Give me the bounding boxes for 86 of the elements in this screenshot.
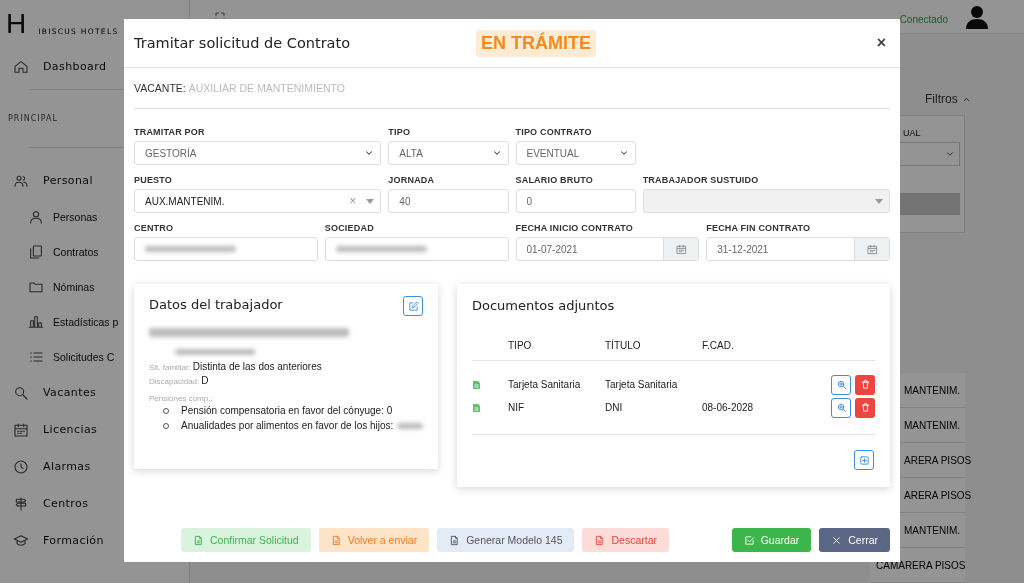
select-field[interactable]: ALTA xyxy=(388,141,509,165)
column-header: TIPO xyxy=(508,340,532,351)
card-title: Documentos adjuntos xyxy=(472,297,615,313)
worker-detail: Sit. familiar: Distinta de las dos anteriores xyxy=(149,361,323,372)
close-icon xyxy=(831,534,843,546)
trash-icon xyxy=(859,402,871,413)
filters-toggle[interactable]: Filtros xyxy=(925,92,958,106)
user-icon xyxy=(28,208,44,225)
close-button[interactable]: × xyxy=(872,34,890,52)
search-icon xyxy=(13,384,29,401)
chevron-down-icon xyxy=(491,148,502,158)
input-field[interactable]: 0 xyxy=(515,189,636,213)
delete-button[interactable] xyxy=(855,374,875,395)
worker-detail: Discapacidad: D xyxy=(149,375,210,386)
document-icon xyxy=(594,534,606,546)
document-icon xyxy=(473,403,480,412)
select-field[interactable]: EVENTUAL xyxy=(515,141,636,165)
column-header: TÍTULO xyxy=(605,340,641,351)
combo-field[interactable]: AUX.MANTENIM. × xyxy=(134,189,382,213)
edit-button[interactable] xyxy=(403,296,423,316)
modal-title: Tramitar solicitud de Contrato xyxy=(134,35,351,51)
column-header: F.CAD. xyxy=(702,340,734,351)
field-label: PUESTO xyxy=(134,175,174,185)
user-avatar-icon[interactable] xyxy=(966,4,988,29)
clock-icon xyxy=(13,458,29,475)
bar-chart-icon xyxy=(28,313,44,330)
filter-label: UAL xyxy=(902,128,922,138)
caret-down-icon xyxy=(366,198,375,204)
logo-mark: H xyxy=(6,10,27,38)
generate-button[interactable]: Generar Modelo 145 xyxy=(437,528,575,552)
field-label: TRABAJADOR SUSTUIDO xyxy=(642,175,760,185)
date-field[interactable]: 01-07-2021 xyxy=(515,237,700,261)
field-label: TRAMITAR POR xyxy=(134,127,206,137)
document-icon xyxy=(193,534,204,546)
select-field[interactable]: GESTORÍA xyxy=(134,141,382,165)
document-icon xyxy=(449,534,461,546)
field-label: SALARIO BRUTO xyxy=(515,175,594,185)
card-title: Datos del trabajador xyxy=(149,296,283,312)
add-button[interactable] xyxy=(854,450,874,470)
signpost-icon xyxy=(13,495,29,512)
pensions-label: Pensiones comp.: xyxy=(149,394,213,403)
table-cell: 08-06-2028 xyxy=(702,402,754,413)
delete-button[interactable] xyxy=(855,397,875,418)
section-label: PRINCIPAL xyxy=(8,114,58,123)
status-badge: EN TRÁMITE xyxy=(476,29,597,57)
table-cell: NIF xyxy=(508,402,525,413)
table-cell: Tarjeta Sanitaria xyxy=(508,379,581,390)
pension-item: Anualidades por alimentos en favor de los hijos: xyxy=(181,420,394,431)
chevron-down-icon xyxy=(945,149,955,159)
calendar-icon xyxy=(13,421,29,438)
date-field[interactable]: 31-12-2021 xyxy=(706,237,890,261)
field-label: FECHA INICIO CONTRATO xyxy=(515,223,635,233)
plus-square-icon xyxy=(858,454,870,466)
table-cell: Tarjeta Sanitaria xyxy=(605,379,678,390)
input-field[interactable]: 40 xyxy=(388,189,509,213)
field-label: CENTRO xyxy=(134,223,175,233)
field-label: TIPO CONTRATO xyxy=(515,127,593,137)
connection-status: Conectado xyxy=(899,13,948,25)
documents-icon xyxy=(28,243,44,260)
edit-icon xyxy=(407,300,419,312)
field-label: FECHA FIN CONTRATO xyxy=(706,223,812,233)
zoom-in-icon xyxy=(835,379,847,390)
home-icon xyxy=(13,58,29,75)
calendar-icon xyxy=(675,243,687,255)
view-button[interactable] xyxy=(831,397,851,418)
graduation-cap-icon xyxy=(13,532,29,549)
field-label: TIPO xyxy=(388,127,412,137)
input-field[interactable] xyxy=(324,237,509,261)
close-button[interactable]: Cerrar xyxy=(819,528,890,552)
chevron-down-icon xyxy=(364,148,375,158)
calendar-icon xyxy=(866,243,878,255)
table-cell: DNI xyxy=(605,402,623,413)
vacancy-label: VACANTE: xyxy=(134,82,186,94)
redacted-value xyxy=(397,422,423,429)
zoom-in-icon xyxy=(835,402,847,413)
input-field[interactable] xyxy=(134,237,318,261)
chevron-down-icon xyxy=(618,148,629,158)
field-label: SOCIEDAD xyxy=(324,223,375,233)
view-button[interactable] xyxy=(831,374,851,395)
trash-icon xyxy=(859,379,871,390)
field-label: JORNADA xyxy=(388,175,436,185)
document-icon xyxy=(473,380,480,389)
document-icon xyxy=(330,534,342,546)
vacancy-value: AUXILIAR DE MANTENIMIENTO xyxy=(188,82,345,94)
pension-item: Pensión compensatoria en favor del cónyuge: 0 xyxy=(181,405,393,416)
caret-down-icon xyxy=(875,198,883,204)
